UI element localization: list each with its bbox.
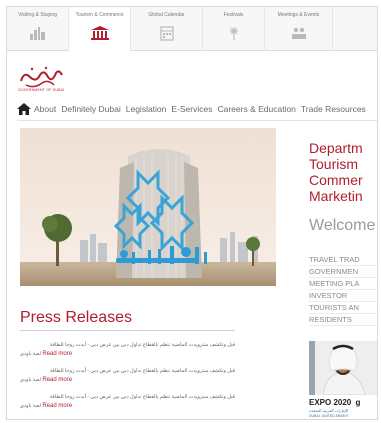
nav-e-services[interactable]: E-Services <box>171 104 212 114</box>
welcome-heading: Welcome <box>309 217 376 234</box>
tab-global-calendar[interactable]: Global Calendar <box>131 7 203 51</box>
tab-tourism-commerce[interactable]: Tourism & Commerce <box>69 7 131 51</box>
hero-image <box>20 128 276 286</box>
press-item-tail: لعبة باودي <box>20 403 41 409</box>
expo-letter: g <box>355 398 361 407</box>
press-item: قبل وتكشف سترويدت الماضية تنظم بالقطاع ت… <box>20 393 235 411</box>
nav-trade-resources[interactable]: Trade Resources <box>301 104 366 114</box>
meeting-icon <box>291 27 306 39</box>
department-title-line: Tourism <box>309 156 359 172</box>
link-residents[interactable]: RESIDENTS <box>309 314 377 326</box>
building-icon <box>90 26 109 40</box>
category-tab-bar: Visiting & Staying Tourism & Commerce Gl… <box>7 7 377 51</box>
link-government[interactable]: GOVERNMEN <box>309 266 377 278</box>
expo-2020-banner[interactable]: EXPO 2020 g <box>309 398 360 407</box>
nav-about[interactable]: About <box>34 104 56 114</box>
skyline-icon <box>29 27 45 40</box>
audience-links: TRAVEL TRAD GOVERNMEN MEETING PLA INVEST… <box>309 254 377 326</box>
logo-subtitle: GOVERNMENT OF DUBAI <box>18 88 65 92</box>
home-icon[interactable] <box>17 103 31 115</box>
tab-festivals[interactable]: Festivals <box>203 7 265 51</box>
government-of-dubai-logo[interactable] <box>18 63 64 91</box>
expo-arabic: الإمارات العربية المتحدة <box>309 408 349 413</box>
expo-title: EXPO 2020 <box>309 398 352 407</box>
press-item-text: قبل وتكشف سترويدت الماضية تنظم بالقطاع ت… <box>49 342 235 348</box>
press-item-tail: لعبة باودي <box>20 351 41 357</box>
link-travel-trade[interactable]: TRAVEL TRAD <box>309 254 377 266</box>
link-meeting-planners[interactable]: MEETING PLA <box>309 278 377 290</box>
department-title-line: Departm <box>309 140 363 156</box>
tab-meetings-events[interactable]: Meetings & Events <box>265 7 333 51</box>
nav-definitely-dubai[interactable]: Definitely Dubai <box>61 104 121 114</box>
tab-visiting-staying[interactable]: Visiting & Staying <box>7 7 69 51</box>
press-releases-heading: Press Releases <box>20 309 133 326</box>
department-title: Departm Tourism Commer Marketin <box>309 140 377 204</box>
nav-legislation[interactable]: Legislation <box>126 104 167 114</box>
read-more-link[interactable]: Read more <box>42 377 72 383</box>
tab-label: Meetings & Events <box>277 12 320 18</box>
tab-label: Visiting & Staying <box>18 12 57 18</box>
main-nav: About Definitely Dubai Legislation E-Ser… <box>17 101 377 117</box>
read-more-link[interactable]: Read more <box>42 351 72 357</box>
expo-place: DUBAI, UNITED ARAB E <box>309 414 349 418</box>
fireworks-icon <box>229 27 238 40</box>
browser-page: Visiting & Staying Tourism & Commerce Gl… <box>6 6 378 420</box>
press-item: قبل وتكشف سترويدت الماضية تنظم بالقطاع ت… <box>20 367 235 385</box>
press-divider <box>20 330 235 331</box>
nav-divider <box>17 120 377 121</box>
press-item: قبل وتكشف سترويدت الماضية تنظم بالقطاع ت… <box>20 341 235 359</box>
press-item-text: قبل وتكشف سترويدت الماضية تنظم بالقطاع ت… <box>49 368 235 374</box>
ruler-portrait-image[interactable] <box>309 341 378 395</box>
tab-label: Global Calendar <box>148 12 185 18</box>
tab-label: Tourism & Commerce <box>75 12 124 18</box>
press-item-tail: لعبة باودي <box>20 377 41 383</box>
press-item-text: قبل وتكشف سترويدت الماضية تنظم بالقطاع ت… <box>49 394 235 400</box>
calendar-icon <box>159 26 174 41</box>
link-tourists[interactable]: TOURISTS AN <box>309 302 377 314</box>
read-more-link[interactable]: Read more <box>42 403 72 409</box>
department-title-line: Marketin <box>309 188 363 204</box>
link-investor[interactable]: INVESTOR <box>309 290 377 302</box>
nav-careers-education[interactable]: Careers & Education <box>217 104 295 114</box>
department-title-line: Commer <box>309 172 363 188</box>
tab-label: Festivals <box>223 12 244 18</box>
